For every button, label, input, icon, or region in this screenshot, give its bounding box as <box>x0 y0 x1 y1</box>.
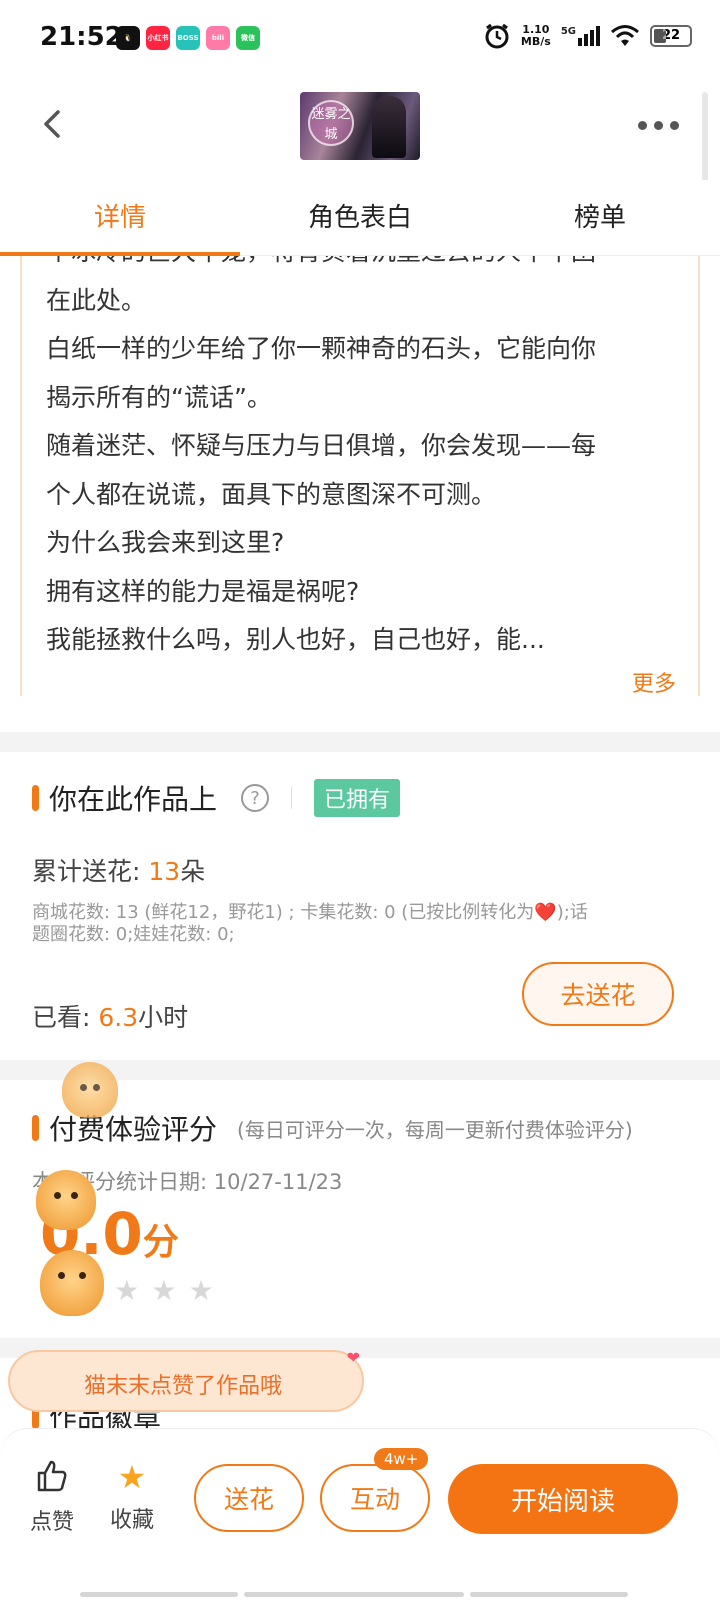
back-button[interactable] <box>34 104 74 144</box>
heart-icon: ❤️ <box>534 902 557 923</box>
section-divider <box>0 732 720 752</box>
thumbs-up-icon <box>37 1460 67 1492</box>
tab-rankings[interactable]: 榜单 <box>480 180 720 255</box>
chevron-left-icon <box>44 110 60 138</box>
gesture-bar <box>244 1592 464 1597</box>
top-nav: 迷雾之城 <box>0 80 720 182</box>
gesture-bar <box>80 1592 238 1597</box>
tab-character-confession[interactable]: 角色表白 <box>240 180 480 255</box>
toast-text: 猫末末点赞了作品哦 <box>84 1374 283 1399</box>
interact-count-badge: 4w+ <box>374 1448 429 1470</box>
status-bar: 21:52 🐧 小红书 BOSS bili 微信 1.10 MB/s 5G 22 <box>0 0 720 80</box>
xiaohongshu-icon: 小红书 <box>146 26 170 50</box>
mascot-sticker <box>62 1062 118 1118</box>
gesture-bar <box>470 1592 628 1597</box>
send-flowers-button[interactable]: 去送花 <box>522 962 674 1026</box>
divider <box>291 787 293 809</box>
cover-thumbnail[interactable]: 迷雾之城 <box>300 92 420 160</box>
net-speed: 1.10 MB/s <box>520 23 551 48</box>
wifi-icon <box>611 25 639 46</box>
flowers-total: 累计送花: 13朵 <box>32 857 206 886</box>
like-button[interactable]: 点赞 <box>26 1458 78 1536</box>
boss-icon: BOSS <box>176 26 200 50</box>
section-accent-bar <box>32 1115 39 1141</box>
rating-section: 付费体验评分 (每日可评分一次，每周一更新付费体验评分) 本次评分统计日期: 1… <box>0 1080 720 1338</box>
more-button[interactable] <box>638 116 688 134</box>
notification-icons: 🐧 小红书 BOSS bili 微信 <box>116 26 260 50</box>
qq-icon: 🐧 <box>116 26 140 50</box>
synopsis-text: 个冰冷的巨大牢笼，将背负着沉重过去的人牢牢困 在此处。 白纸一样的少年给了你一颗… <box>46 256 597 654</box>
wechat-icon: 微信 <box>236 26 260 50</box>
system-icons: 1.10 MB/s 5G 22 <box>483 22 692 50</box>
rating-title-row: 付费体验评分 (每日可评分一次，每周一更新付费体验评分) <box>32 1108 633 1148</box>
ownership-section: 你在此作品上 ? 已拥有 累计送花: 13朵 商城花数: 13 (鲜花12，野花… <box>0 752 720 1060</box>
clock: 21:52 <box>40 22 123 52</box>
help-icon[interactable]: ? <box>241 784 270 812</box>
star-icon[interactable]: ★ <box>188 1274 213 1307</box>
start-reading-button[interactable]: 开始阅读 <box>448 1464 678 1534</box>
mascot-sticker <box>40 1250 104 1316</box>
star-icon[interactable]: ★ <box>151 1274 176 1307</box>
favorite-button[interactable]: ★ 收藏 <box>106 1458 158 1534</box>
more-dots-icon <box>638 120 647 130</box>
more-link[interactable]: 更多 <box>632 666 676 696</box>
heart-icon: ❤ <box>346 1348 360 1367</box>
watched-time: 已看: 6.3小时 <box>32 1003 189 1032</box>
cover-logo: 迷雾之城 <box>308 100 354 146</box>
rating-subtitle: (每日可评分一次，每周一更新付费体验评分) <box>237 1117 633 1142</box>
alarm-icon <box>485 23 509 49</box>
interact-button[interactable]: 互动 <box>320 1464 430 1532</box>
flower-button[interactable]: 送花 <box>194 1464 304 1532</box>
like-toast: 猫末末点赞了作品哦 ❤ <box>8 1348 364 1412</box>
section-title: 你在此作品上 <box>49 783 218 816</box>
bilibili-icon: bili <box>206 26 230 50</box>
cover-character <box>372 96 406 158</box>
owned-badge: 已拥有 <box>314 779 401 817</box>
scrollbar[interactable] <box>702 92 708 182</box>
battery-icon: 22 <box>650 25 692 47</box>
section-accent-bar <box>32 785 39 811</box>
tab-details[interactable]: 详情 <box>0 180 240 256</box>
tab-bar: 详情 角色表白 榜单 <box>0 180 720 256</box>
flowers-breakdown: 商城花数: 13 (鲜花12，野花1) ; 卡集花数: 0 (已按比例转化为❤️… <box>32 902 588 945</box>
ownership-title-row: 你在此作品上 ? 已拥有 <box>32 778 401 818</box>
synopsis-card: 个冰冷的巨大牢笼，将背负着沉重过去的人牢牢困 在此处。 白纸一样的少年给了你一颗… <box>20 256 700 696</box>
star-icon: ★ <box>117 1458 147 1496</box>
signal-icon: 5G <box>561 26 600 46</box>
mascot-sticker <box>36 1170 96 1230</box>
star-icon[interactable]: ★ <box>114 1274 139 1307</box>
